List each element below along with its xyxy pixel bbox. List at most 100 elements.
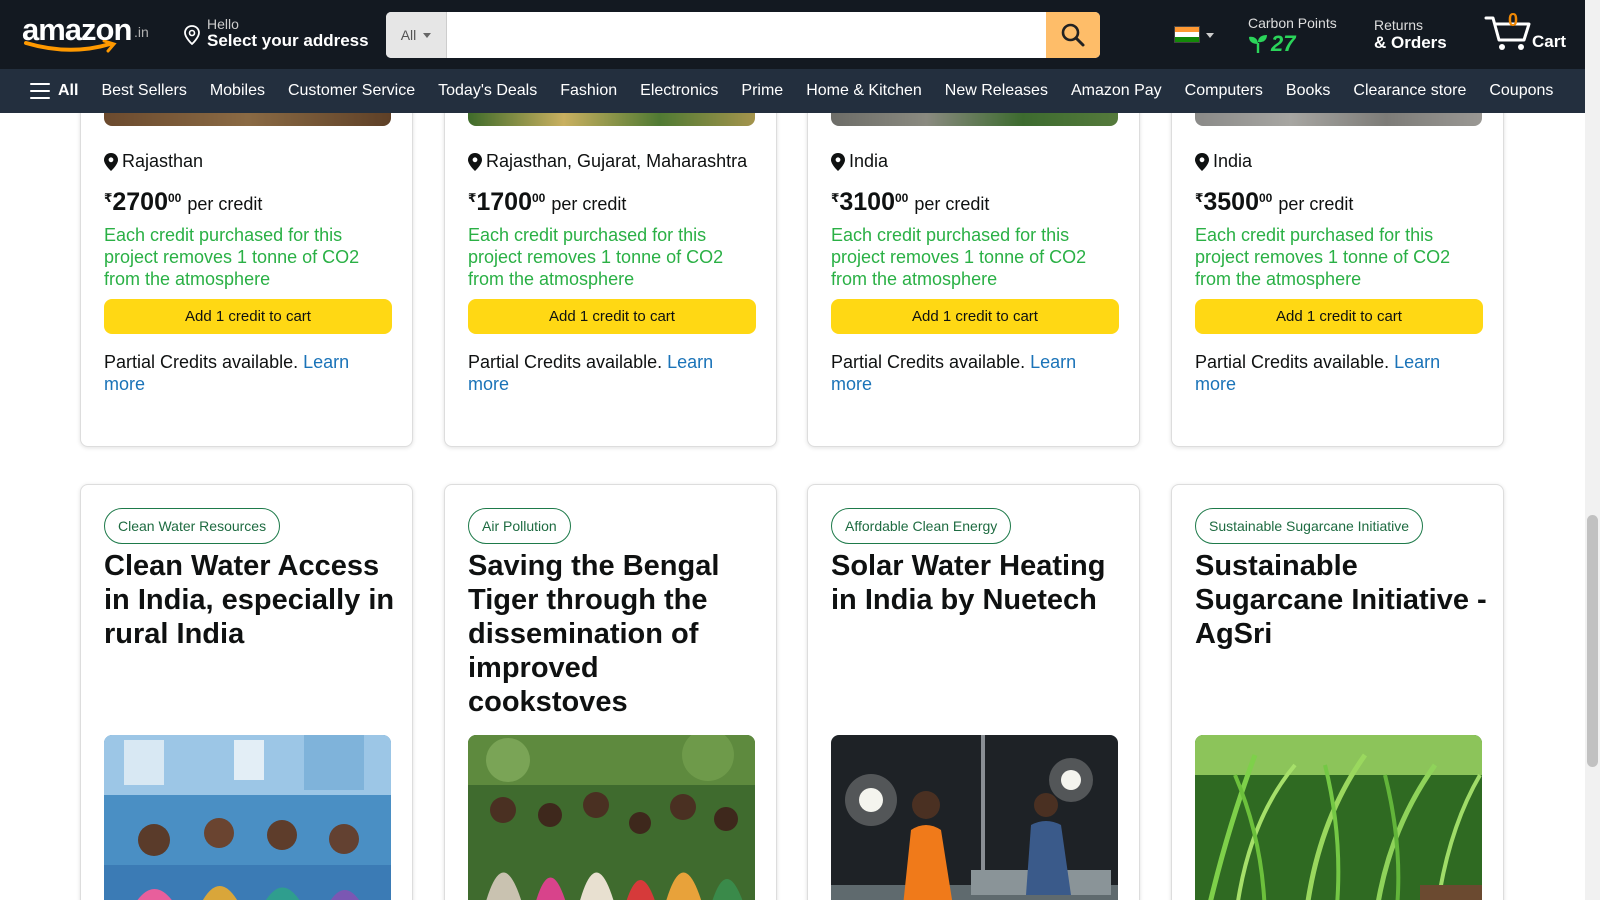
add-to-cart-button[interactable]: Add 1 credit to cart [1195, 299, 1483, 334]
nav-link-electronics[interactable]: Electronics [640, 82, 718, 100]
carbon-points-label: Carbon Points [1248, 15, 1337, 31]
add-to-cart-button[interactable]: Add 1 credit to cart [104, 299, 392, 334]
delivery-address[interactable]: Hello Select your address [183, 16, 369, 52]
price-currency: ₹ [468, 191, 477, 205]
project-image[interactable] [1195, 113, 1482, 126]
price-unit: per credit [551, 194, 627, 214]
project-description: Each credit purchased for this project r… [104, 225, 360, 289]
location-pin-icon [1195, 152, 1209, 171]
page-scrollbar[interactable] [1585, 0, 1600, 900]
carbon-points-value: 27 [1271, 31, 1296, 56]
partial-credits-text: Partial Credits available. [468, 352, 663, 372]
all-menu-label: All [58, 82, 79, 99]
category-tag: Affordable Clean Energy [831, 508, 1012, 544]
carbon-points[interactable]: Carbon Points 27 [1248, 15, 1348, 57]
nav-bar: All Best Sellers Mobiles Customer Servic… [0, 69, 1585, 113]
location-pin-icon [468, 152, 482, 171]
price-whole: 3500 [1203, 188, 1259, 216]
project-title[interactable]: Clean Water Access in India, especially … [104, 549, 399, 651]
project-title[interactable]: Solar Water Heating in India by Nuetech [831, 549, 1126, 617]
project-location: India [849, 151, 889, 171]
project-grid: Rajasthan ₹ 2700 00 per credit Each cred… [0, 113, 1585, 900]
search-input[interactable] [447, 12, 1047, 58]
project-description: Each credit purchased for this project r… [468, 225, 724, 289]
project-title[interactable]: Saving the Bengal Tiger through the diss… [468, 549, 763, 719]
nav-link-amazon-pay[interactable]: Amazon Pay [1071, 82, 1162, 100]
chevron-down-icon [423, 32, 432, 38]
price-unit: per credit [914, 194, 990, 214]
cookstove-community-photo [468, 735, 755, 900]
search-category-dropdown[interactable]: All [386, 12, 447, 58]
search-icon [1061, 23, 1085, 47]
nav-link-customer-service[interactable]: Customer Service [288, 82, 415, 100]
nav-link-clearance-store[interactable]: Clearance store [1353, 82, 1466, 100]
add-to-cart-button[interactable]: Add 1 credit to cart [831, 299, 1119, 334]
project-card[interactable]: Affordable Clean Energy Solar Water Heat… [807, 484, 1140, 900]
sugarcane-field-photo [1195, 735, 1482, 900]
nav-link-new-releases[interactable]: New Releases [945, 82, 1048, 100]
logo-tld: .in [134, 24, 149, 40]
language-selector[interactable] [1174, 26, 1220, 44]
project-image[interactable] [104, 735, 391, 900]
price-unit: per credit [1278, 194, 1354, 214]
price-fraction: 00 [167, 191, 182, 205]
returns-label: Returns [1374, 17, 1424, 33]
top-header: amazon .in Hello Select your address All [0, 0, 1585, 69]
price-currency: ₹ [104, 191, 113, 205]
nav-link-home-kitchen[interactable]: Home & Kitchen [806, 82, 922, 100]
price-fraction: 00 [1258, 191, 1273, 205]
returns-orders[interactable]: Returns & Orders [1374, 17, 1464, 53]
price-fraction: 00 [894, 191, 909, 205]
project-price: ₹ 3500 00 per credit [1195, 188, 1353, 216]
nav-link-fashion[interactable]: Fashion [560, 82, 617, 100]
project-image[interactable] [468, 735, 755, 900]
price-fraction: 00 [531, 191, 546, 205]
nav-link-todays-deals[interactable]: Today's Deals [438, 82, 537, 100]
partial-credits-note: Partial Credits available. Learn more [831, 351, 1121, 395]
search-bar: All [386, 12, 1100, 58]
nav-link-prime[interactable]: Prime [741, 82, 783, 100]
price-unit: per credit [187, 194, 263, 214]
india-flag-icon [1174, 26, 1200, 43]
project-image[interactable] [104, 113, 391, 126]
nav-link-best-sellers[interactable]: Best Sellers [101, 82, 186, 100]
project-card: Rajasthan ₹ 2700 00 per credit Each cred… [80, 113, 413, 447]
project-image[interactable] [831, 113, 1118, 126]
add-to-cart-button[interactable]: Add 1 credit to cart [468, 299, 756, 334]
nav-link-computers[interactable]: Computers [1185, 82, 1263, 100]
partial-credits-text: Partial Credits available. [1195, 352, 1390, 372]
water-access-photo [104, 735, 391, 900]
all-menu-button[interactable]: All [30, 82, 78, 100]
nav-link-books[interactable]: Books [1286, 82, 1330, 100]
logo-smile-icon [24, 40, 117, 53]
partial-credits-text: Partial Credits available. [831, 352, 1026, 372]
scrollbar-thumb[interactable] [1587, 515, 1598, 767]
amazon-logo[interactable]: amazon .in [20, 10, 155, 56]
project-image[interactable] [1195, 735, 1482, 900]
project-card[interactable]: Sustainable Sugarcane Initiative Sustain… [1171, 484, 1504, 900]
location-pin-icon [184, 25, 200, 45]
cart-button[interactable]: 0 Cart [1484, 10, 1574, 56]
project-description: Each credit purchased for this project r… [1195, 225, 1451, 289]
search-button[interactable] [1046, 12, 1100, 58]
partial-credits-note: Partial Credits available. Learn more [104, 351, 394, 395]
nav-link-coupons[interactable]: Coupons [1489, 82, 1553, 100]
location-pin-icon [104, 152, 118, 171]
project-card[interactable]: Air Pollution Saving the Bengal Tiger th… [444, 484, 777, 900]
price-whole: 1700 [476, 188, 532, 216]
project-image[interactable] [468, 113, 755, 126]
project-location: Rajasthan, Gujarat, Maharashtra [486, 151, 748, 171]
price-whole: 3100 [839, 188, 895, 216]
price-currency: ₹ [1195, 191, 1204, 205]
project-card[interactable]: Clean Water Resources Clean Water Access… [80, 484, 413, 900]
solar-water-heating-photo [831, 735, 1118, 900]
project-card: Rajasthan, Gujarat, Maharashtra ₹ 1700 0… [444, 113, 777, 447]
orders-label: & Orders [1374, 33, 1447, 52]
cart-label: Cart [1532, 32, 1567, 51]
location-pin-icon [831, 152, 845, 171]
partial-credits-note: Partial Credits available. Learn more [1195, 351, 1485, 395]
project-price: ₹ 1700 00 per credit [468, 188, 626, 216]
project-image[interactable] [831, 735, 1118, 900]
nav-link-mobiles[interactable]: Mobiles [210, 82, 265, 100]
project-title[interactable]: Sustainable Sugarcane Initiative - AgSri [1195, 549, 1490, 651]
